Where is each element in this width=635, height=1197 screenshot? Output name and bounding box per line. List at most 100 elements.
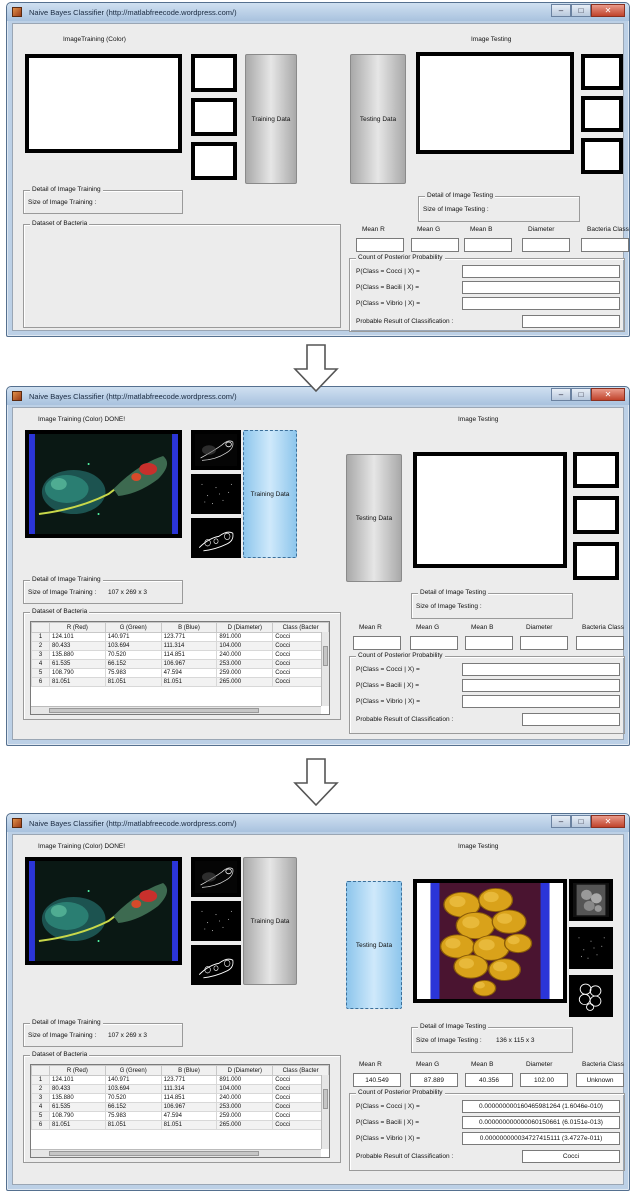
table-cell[interactable]: 140.971 bbox=[104, 1075, 162, 1085]
table-row[interactable]: 4 61.535 66.152 106.967 253.000 Cocci bbox=[31, 659, 329, 669]
table-horizontal-scrollbar[interactable] bbox=[31, 1149, 321, 1157]
horizontal-scroll-thumb[interactable] bbox=[49, 1151, 259, 1156]
p-bacili-field[interactable] bbox=[462, 679, 620, 692]
vertical-scroll-thumb[interactable] bbox=[323, 1089, 328, 1109]
table-header[interactable]: G (Green) bbox=[104, 622, 162, 633]
close-button[interactable]: ✕ bbox=[591, 815, 625, 828]
diameter-field[interactable] bbox=[522, 238, 570, 252]
p-vibrio-field[interactable] bbox=[462, 297, 620, 310]
table-row[interactable]: 3 135.880 70.520 114.851 240.000 Cocci bbox=[31, 650, 329, 660]
result-field[interactable] bbox=[522, 315, 620, 328]
table-row[interactable]: 5 108.790 75.983 47.594 259.000 Cocci bbox=[31, 668, 329, 678]
mean-r-field[interactable] bbox=[356, 238, 404, 252]
table-cell[interactable]: 253.000 bbox=[216, 1102, 274, 1112]
table-header[interactable]: Class (Bacter bbox=[272, 622, 329, 633]
table-row[interactable]: 5 108.790 75.983 47.594 259.000 Cocci bbox=[31, 1111, 329, 1121]
table-cell[interactable]: 123.771 bbox=[160, 1075, 218, 1085]
table-cell[interactable]: 66.152 bbox=[104, 659, 162, 669]
table-cell[interactable]: 124.101 bbox=[49, 632, 106, 642]
p-cocci-field[interactable]: 0.000000000160465981264 (1.6046e-010) bbox=[462, 1100, 620, 1113]
table-vertical-scrollbar[interactable] bbox=[321, 632, 329, 706]
table-vertical-scrollbar[interactable] bbox=[321, 1075, 329, 1149]
table-cell[interactable]: 103.694 bbox=[104, 1084, 162, 1094]
table-row[interactable]: 1 124.101 140.971 123.771 891.000 Cocci bbox=[31, 1075, 329, 1085]
table-cell[interactable]: 75.983 bbox=[104, 1111, 162, 1121]
p-cocci-field[interactable] bbox=[462, 663, 620, 676]
table-cell[interactable]: 81.051 bbox=[160, 677, 218, 687]
minimize-button[interactable]: – bbox=[551, 388, 571, 401]
training-data-button[interactable]: Training Data bbox=[243, 430, 297, 558]
table-cell[interactable]: 108.790 bbox=[49, 668, 106, 678]
table-cell[interactable]: 47.594 bbox=[160, 668, 218, 678]
p-vibrio-field[interactable] bbox=[462, 695, 620, 708]
dataset-table[interactable]: R (Red) G (Green) B (Blue) D (Diameter) Clas… bbox=[30, 1064, 330, 1158]
table-cell[interactable]: 61.535 bbox=[49, 659, 106, 669]
table-row[interactable]: 1 124.101 140.971 123.771 891.000 Cocci bbox=[31, 632, 329, 642]
minimize-button[interactable]: – bbox=[551, 815, 571, 828]
maximize-button[interactable]: □ bbox=[571, 388, 591, 401]
table-cell[interactable]: 124.101 bbox=[49, 1075, 106, 1085]
table-cell[interactable]: 135.880 bbox=[49, 650, 106, 660]
vertical-scroll-thumb[interactable] bbox=[323, 646, 328, 666]
table-header[interactable]: D (Diameter) bbox=[216, 622, 274, 633]
table-cell[interactable]: 135.880 bbox=[49, 1093, 106, 1103]
mean-g-field[interactable]: 87.889 bbox=[410, 1073, 458, 1087]
diameter-field[interactable] bbox=[520, 636, 568, 650]
diameter-field[interactable]: 102.00 bbox=[520, 1073, 568, 1087]
mean-r-field[interactable]: 140.549 bbox=[353, 1073, 401, 1087]
p-cocci-field[interactable] bbox=[462, 265, 620, 278]
p-bacili-field[interactable] bbox=[462, 281, 620, 294]
testing-data-button[interactable]: Testing Data bbox=[350, 54, 406, 184]
table-cell[interactable]: 104.000 bbox=[216, 1084, 274, 1094]
table-cell[interactable]: 75.983 bbox=[104, 668, 162, 678]
table-cell[interactable]: 104.000 bbox=[216, 641, 274, 651]
table-cell[interactable]: 259.000 bbox=[216, 1111, 274, 1121]
table-cell[interactable]: 114.851 bbox=[160, 650, 218, 660]
table-cell[interactable]: 240.000 bbox=[216, 650, 274, 660]
table-cell[interactable]: 891.000 bbox=[216, 1075, 274, 1085]
table-cell[interactable]: 81.051 bbox=[49, 1120, 106, 1130]
table-header[interactable]: R (Red) bbox=[49, 1065, 106, 1076]
table-cell[interactable]: 70.520 bbox=[104, 1093, 162, 1103]
maximize-button[interactable]: □ bbox=[571, 4, 591, 17]
table-cell[interactable]: 103.694 bbox=[104, 641, 162, 651]
testing-data-button[interactable]: Testing Data bbox=[346, 881, 402, 1009]
mean-g-field[interactable] bbox=[410, 636, 458, 650]
table-cell[interactable]: 114.851 bbox=[160, 1093, 218, 1103]
table-row[interactable]: 6 81.051 81.051 81.051 265.000 Cocci bbox=[31, 1120, 329, 1130]
table-header[interactable]: B (Blue) bbox=[160, 1065, 218, 1076]
table-cell[interactable]: 61.535 bbox=[49, 1102, 106, 1112]
table-row[interactable]: 2 80.433 103.694 111.314 104.000 Cocci bbox=[31, 1084, 329, 1094]
table-row[interactable]: 2 80.433 103.694 111.314 104.000 Cocci bbox=[31, 641, 329, 651]
mean-b-field[interactable] bbox=[465, 636, 513, 650]
close-button[interactable]: ✕ bbox=[591, 388, 625, 401]
table-row[interactable]: 4 61.535 66.152 106.967 253.000 Cocci bbox=[31, 1102, 329, 1112]
table-header[interactable] bbox=[31, 1065, 50, 1076]
table-cell[interactable]: 253.000 bbox=[216, 659, 274, 669]
table-cell[interactable]: 80.433 bbox=[49, 641, 106, 651]
table-header[interactable]: G (Green) bbox=[104, 1065, 162, 1076]
table-cell[interactable]: 81.051 bbox=[104, 1120, 162, 1130]
table-cell[interactable]: 106.967 bbox=[160, 659, 218, 669]
table-cell[interactable]: 81.051 bbox=[49, 677, 106, 687]
table-cell[interactable]: 891.000 bbox=[216, 632, 274, 642]
table-cell[interactable]: 81.051 bbox=[104, 677, 162, 687]
training-data-button[interactable]: Training Data bbox=[243, 857, 297, 985]
table-horizontal-scrollbar[interactable] bbox=[31, 706, 321, 714]
table-cell[interactable]: 47.594 bbox=[160, 1111, 218, 1121]
bacteria-class-field[interactable] bbox=[581, 238, 629, 252]
minimize-button[interactable]: – bbox=[551, 4, 571, 17]
table-cell[interactable]: 140.971 bbox=[104, 632, 162, 642]
table-header[interactable]: R (Red) bbox=[49, 622, 106, 633]
table-row[interactable]: 3 135.880 70.520 114.851 240.000 Cocci bbox=[31, 1093, 329, 1103]
table-cell[interactable]: 265.000 bbox=[216, 677, 274, 687]
p-bacili-field[interactable]: 0.000000000000060150661 (6.0151e-013) bbox=[462, 1116, 620, 1129]
horizontal-scroll-thumb[interactable] bbox=[49, 708, 259, 713]
p-vibrio-field[interactable]: 0.000000000034727415111 (3.4727e-011) bbox=[462, 1132, 620, 1145]
table-header[interactable]: B (Blue) bbox=[160, 622, 218, 633]
table-header[interactable]: Class (Bacter bbox=[272, 1065, 329, 1076]
mean-g-field[interactable] bbox=[411, 238, 459, 252]
table-cell[interactable]: 66.152 bbox=[104, 1102, 162, 1112]
testing-data-button[interactable]: Testing Data bbox=[346, 454, 402, 582]
maximize-button[interactable]: □ bbox=[571, 815, 591, 828]
